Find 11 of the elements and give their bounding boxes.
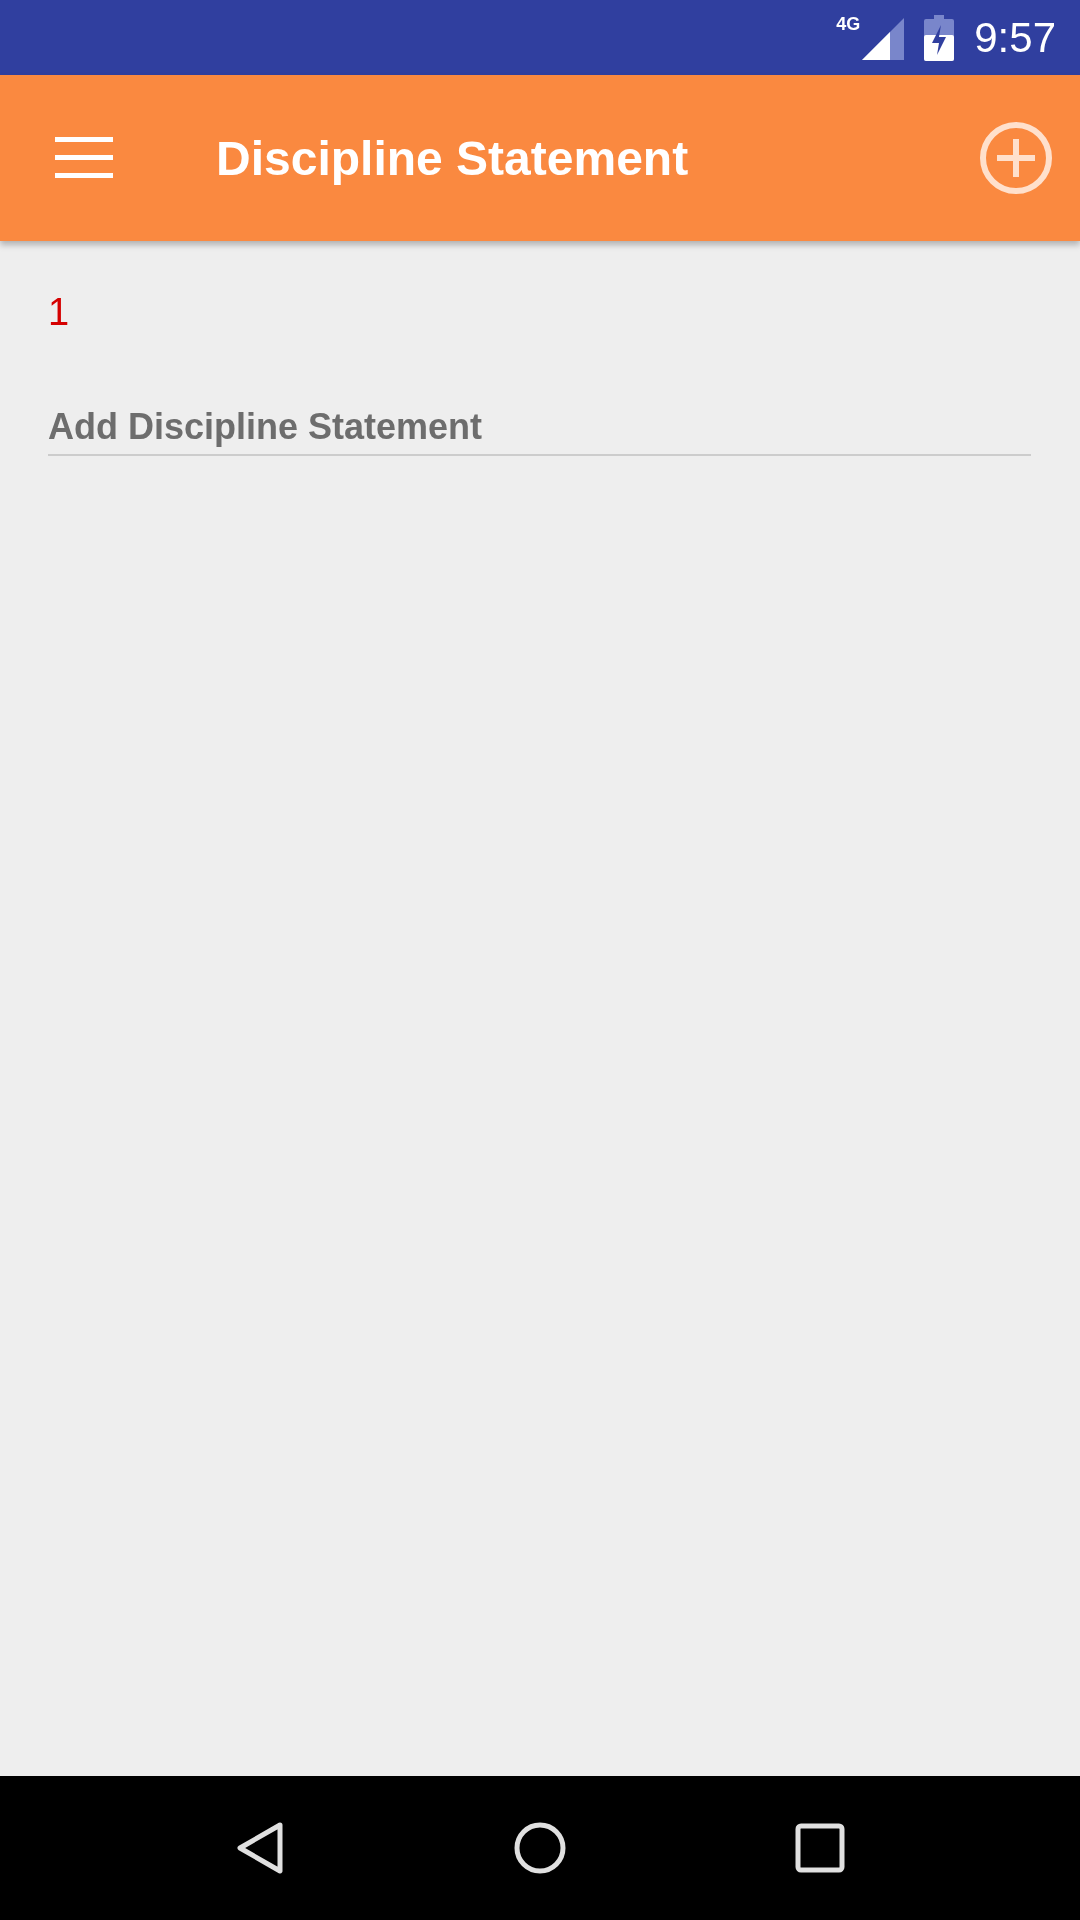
plus-circle-icon [979, 121, 1053, 195]
home-icon [513, 1821, 567, 1875]
statement-input-field[interactable]: Add Discipline Statement [48, 400, 1031, 456]
menu-icon [55, 137, 113, 179]
screen-title: Discipline Statement [216, 130, 690, 186]
recents-icon [795, 1823, 845, 1873]
clock-time: 9:57 [974, 13, 1056, 62]
statement-number: 1 [48, 291, 71, 334]
network-type: 4G [836, 13, 861, 35]
battery-icon [924, 14, 955, 61]
back-icon [236, 1821, 284, 1875]
